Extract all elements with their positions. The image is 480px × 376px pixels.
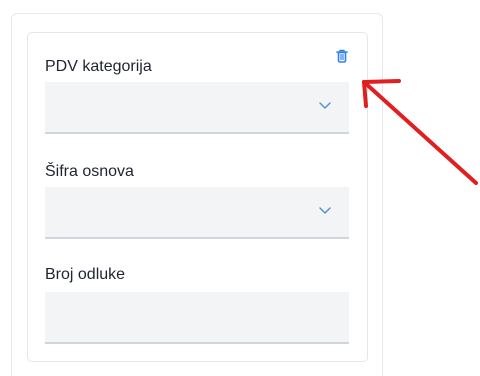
pdv-kategorija-select[interactable] bbox=[45, 82, 349, 134]
chevron-down-icon bbox=[319, 102, 331, 109]
sifra-osnova-select[interactable] bbox=[45, 187, 349, 239]
sifra-osnova-label: Šifra osnova bbox=[45, 163, 134, 180]
pdv-kategorija-label: PDV kategorija bbox=[45, 58, 152, 75]
chevron-down-icon bbox=[319, 207, 331, 214]
trash-icon bbox=[336, 49, 348, 63]
broj-odluke-label: Broj odluke bbox=[45, 266, 126, 283]
page: PDV kategorija Šifra osnova Broj odluke bbox=[0, 0, 480, 376]
delete-button[interactable] bbox=[334, 47, 350, 65]
broj-odluke-input[interactable] bbox=[45, 292, 349, 344]
